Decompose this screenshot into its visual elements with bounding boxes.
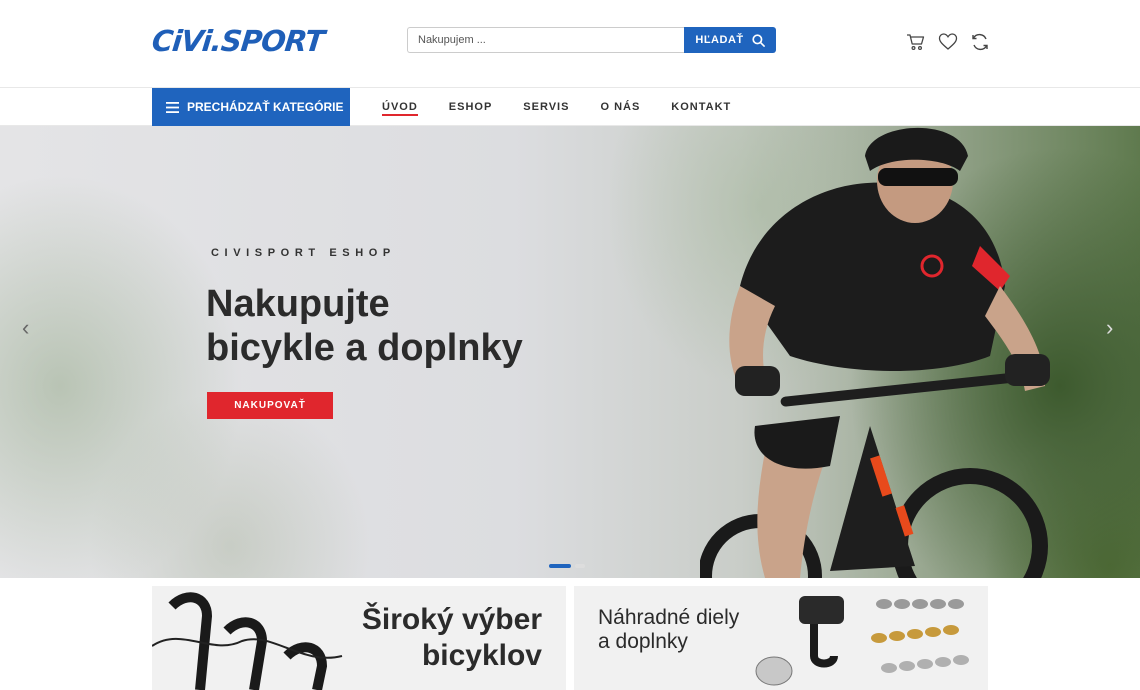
browse-categories-button[interactable]: PRECHÁDZAŤ KATEGÓRIE	[152, 88, 350, 126]
search-button-label: HĽADAŤ	[695, 34, 744, 46]
nav-item-kontakt[interactable]: KONTAKT	[671, 88, 731, 126]
cart-icon[interactable]	[906, 32, 926, 52]
banner-bicycles-title: Široký výber bicyklov	[362, 602, 542, 674]
cyclist-image	[700, 127, 1050, 578]
main-menu: ÚVOD ESHOP SERVIS O NÁS KONTAKT	[382, 88, 762, 126]
bicycle-parts-image	[152, 592, 343, 690]
logo[interactable]: CiVi.SPORT	[150, 24, 325, 58]
heart-icon[interactable]	[938, 32, 958, 52]
nav-item-uvod[interactable]: ÚVOD	[382, 88, 418, 126]
search-button[interactable]: HĽADAŤ	[684, 27, 776, 53]
main-navbar: PRECHÁDZAŤ KATEGÓRIE ÚVOD ESHOP SERVIS O…	[0, 87, 1140, 126]
header-icons	[906, 32, 990, 52]
search-bar: HĽADAŤ	[407, 27, 776, 53]
browse-categories-label: PRECHÁDZAŤ KATEGÓRIE	[187, 100, 344, 114]
site-header: CiVi.SPORT HĽADAŤ	[0, 0, 1140, 88]
compare-icon[interactable]	[970, 32, 990, 52]
nav-item-o-nas[interactable]: O NÁS	[600, 88, 640, 126]
slider-dot[interactable]	[575, 564, 585, 568]
hamburger-icon	[166, 101, 179, 113]
banner-parts-title: Náhradné diely a doplnky	[598, 606, 739, 654]
banner-bicycles-line2: bicyklov	[421, 639, 542, 672]
slider-next-arrow[interactable]: ›	[1106, 316, 1120, 340]
slider-prev-arrow[interactable]: ‹	[22, 316, 36, 340]
slider-dots	[549, 564, 585, 568]
banner-bicycles[interactable]: Široký výber bicyklov	[152, 586, 566, 690]
accessories-image	[755, 596, 969, 686]
search-input[interactable]	[407, 27, 684, 53]
banner-parts-line2: a doplnky	[598, 630, 688, 653]
shop-now-button[interactable]: NAKUPOVAŤ	[207, 392, 333, 419]
search-icon	[751, 33, 765, 47]
nav-item-eshop[interactable]: ESHOP	[449, 88, 493, 126]
hero-title: Nakupujte bicykle a doplnky	[206, 283, 523, 369]
banner-bicycles-line1: Široký výber	[361, 603, 542, 636]
banner-parts-line1: Náhradné diely	[598, 606, 740, 629]
slider-dot[interactable]	[549, 564, 571, 568]
hero-slider: CIVISPORT ESHOP Nakupujte bicykle a dopl…	[0, 126, 1140, 578]
hero-subtitle: CIVISPORT ESHOP	[211, 247, 396, 259]
banner-parts[interactable]: Náhradné diely a doplnky	[574, 586, 988, 690]
nav-item-servis[interactable]: SERVIS	[523, 88, 569, 126]
